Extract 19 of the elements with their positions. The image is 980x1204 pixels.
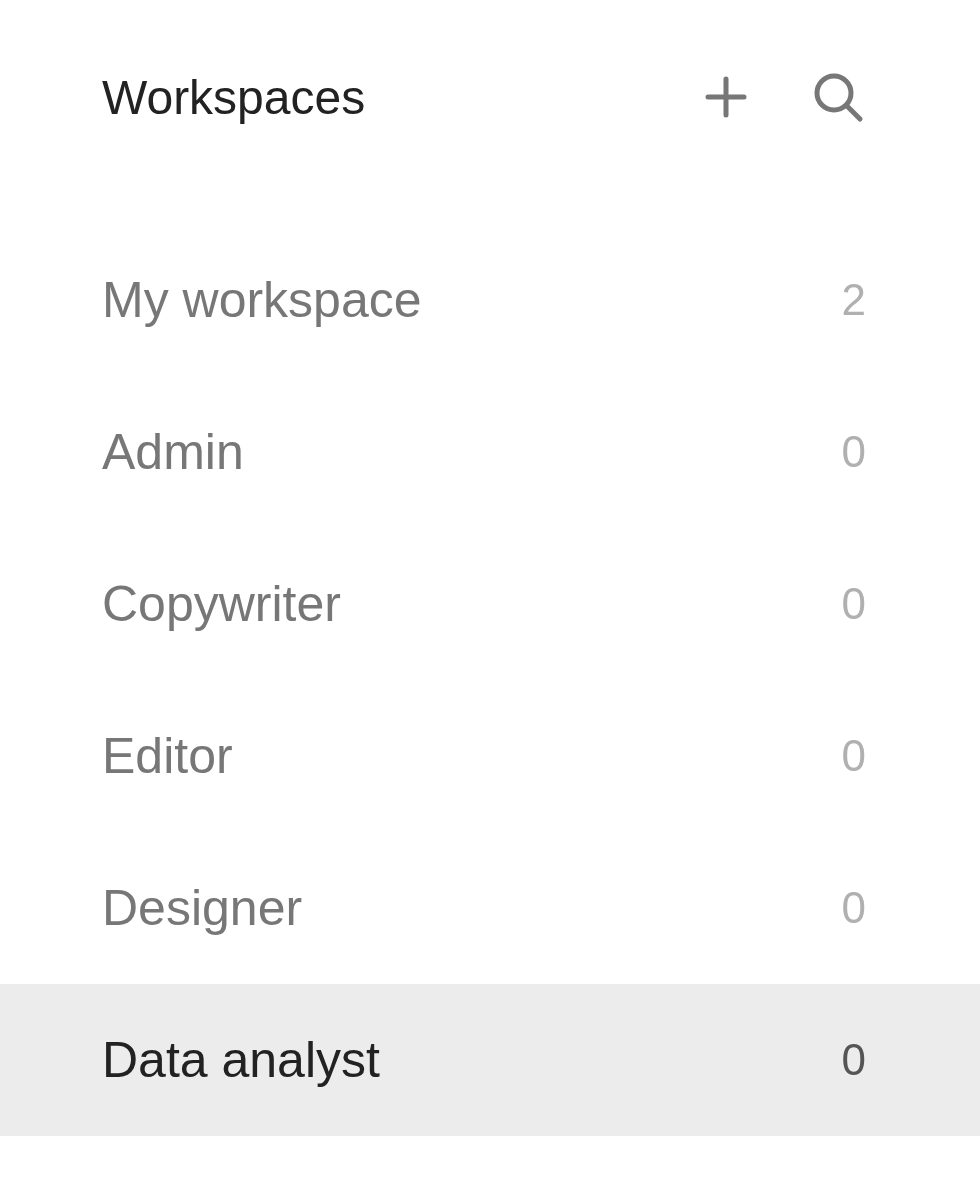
workspace-count: 0: [841, 427, 866, 477]
workspace-item[interactable]: Admin 0: [0, 376, 980, 528]
workspace-item[interactable]: Data analyst 0: [0, 984, 980, 1136]
workspace-name: Designer: [102, 879, 303, 937]
sidebar-title: Workspaces: [102, 69, 367, 125]
workspace-name: Copywriter: [102, 575, 341, 633]
workspace-item[interactable]: Designer 0: [0, 832, 980, 984]
workspace-count: 0: [841, 883, 866, 933]
workspace-name: My workspace: [102, 271, 422, 329]
workspace-name: Admin: [102, 423, 244, 481]
workspace-item[interactable]: Copywriter 0: [0, 528, 980, 680]
workspace-count: 0: [841, 1035, 866, 1085]
workspace-count: 2: [841, 275, 866, 325]
workspace-item[interactable]: Editor 0: [0, 680, 980, 832]
workspace-count: 0: [841, 579, 866, 629]
workspace-item[interactable]: My workspace 2: [0, 224, 980, 376]
workspace-name: Editor: [102, 727, 233, 785]
workspace-count: 0: [841, 731, 866, 781]
workspace-name: Data analyst: [102, 1031, 380, 1089]
